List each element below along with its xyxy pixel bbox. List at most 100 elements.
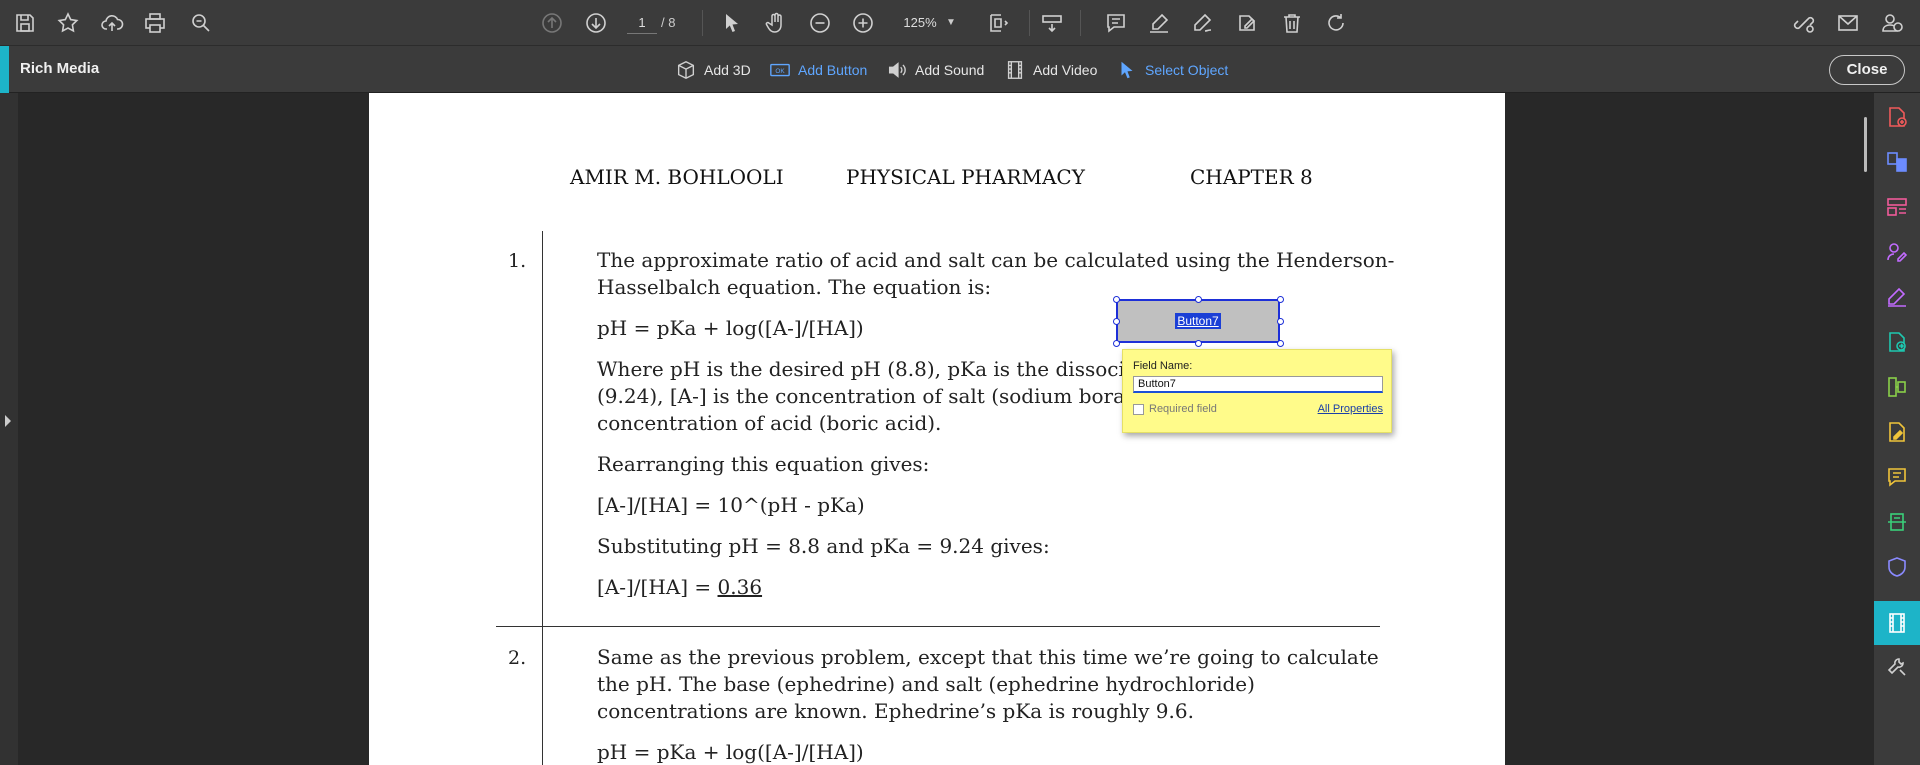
cloud-upload-icon[interactable] [98, 9, 126, 37]
resize-handle[interactable] [1277, 340, 1284, 347]
organize-pages-icon[interactable] [1883, 193, 1911, 221]
paragraph-line: the pH. The base (ephedrine) and salt (e… [597, 672, 1255, 696]
page-total: / 8 [661, 15, 676, 30]
rich-media-icon[interactable] [1883, 609, 1911, 637]
right-tools-pane [1874, 93, 1920, 765]
page-display-icon[interactable] [985, 9, 1013, 37]
svg-text:OK: OK [775, 68, 785, 75]
zoom-level[interactable]: 125% [900, 12, 940, 34]
paragraph-line: Where pH is the desired pH (8.8), pKa is… [597, 357, 1152, 381]
bookmark-star-icon[interactable] [54, 9, 82, 37]
column-divider [542, 231, 543, 765]
rotate-icon[interactable] [1322, 9, 1350, 37]
add-3d-button[interactable]: Add 3D [675, 58, 751, 82]
account-icon[interactable] [1878, 9, 1906, 37]
select-object-button[interactable]: Select Object [1116, 58, 1228, 82]
resize-handle[interactable] [1113, 296, 1120, 303]
page-number-input[interactable]: 1 [627, 12, 657, 34]
field-name-input[interactable]: Button7 [1133, 376, 1383, 393]
resize-handle[interactable] [1113, 340, 1120, 347]
paragraph-line: Substituting pH = 8.8 and pKa = 9.24 giv… [597, 534, 1050, 558]
more-tools-icon[interactable] [1883, 653, 1911, 681]
equation: pH = pKa + log([A-]/[HA]) [597, 316, 864, 340]
add-3d-label: Add 3D [704, 62, 751, 78]
save-icon[interactable] [11, 9, 39, 37]
paragraph-line: concentrations are known. Ephedrine’s pK… [597, 699, 1194, 723]
print-icon[interactable] [141, 9, 169, 37]
toolbar-divider [702, 10, 703, 36]
add-video-button[interactable]: Add Video [1004, 58, 1097, 82]
close-button[interactable]: Close [1829, 55, 1905, 85]
film-icon [1007, 61, 1023, 79]
paragraph-line: concentration of acid (boric acid). [597, 411, 942, 435]
tool-accent-bar [0, 46, 9, 93]
zoom-dropdown-icon[interactable]: ▼ [946, 14, 956, 32]
ok-button-icon: OK [770, 63, 790, 77]
required-field-checkbox[interactable] [1133, 404, 1144, 415]
paragraph-line: The approximate ratio of acid and salt c… [597, 248, 1395, 272]
resize-handle[interactable] [1277, 318, 1284, 325]
all-properties-link[interactable]: All Properties [1318, 403, 1383, 415]
draw-icon[interactable] [1189, 9, 1217, 37]
scroll-mode-icon[interactable] [1038, 9, 1066, 37]
paragraph-line: Hasselbalch equation. The equation is: [597, 275, 992, 299]
top-toolbar: 1 / 8 125% ▼ [0, 0, 1920, 46]
paragraph-line: Same as the previous problem, except tha… [597, 645, 1379, 669]
result-prefix: [A-]/[HA] = [597, 575, 718, 599]
request-signature-icon[interactable] [1883, 238, 1911, 266]
fill-sign-icon[interactable] [1883, 283, 1911, 311]
rich-media-toolbar: Rich Media Add 3D OK Add Button Add Soun… [0, 46, 1920, 93]
add-sound-label: Add Sound [915, 62, 985, 78]
highlight-icon[interactable] [1145, 9, 1173, 37]
paragraph-line: Rearranging this equation gives: [597, 452, 930, 476]
result-equation: [A-]/[HA] = 0.36 [597, 574, 762, 601]
zoom-in-icon[interactable] [849, 9, 877, 37]
header-subject: PHYSICAL PHARMACY [846, 165, 1085, 189]
resize-handle[interactable] [1195, 296, 1202, 303]
row-divider [496, 626, 1380, 627]
equation: [A-]/[HA] = 10^(pH - pKa) [597, 493, 865, 517]
next-page-icon[interactable] [582, 9, 610, 37]
export-pdf-icon[interactable] [1883, 328, 1911, 356]
speaker-icon [888, 62, 906, 78]
scan-ocr-icon[interactable] [1883, 508, 1911, 536]
field-name-popup: Field Name: Button7 Required field All P… [1122, 349, 1392, 433]
add-button-label: Add Button [798, 62, 868, 78]
select-object-label: Select Object [1145, 62, 1229, 78]
document-view[interactable]: AMIR M. BOHLOOLI PHYSICAL PHARMACY CHAPT… [18, 93, 1862, 765]
button-form-field[interactable]: Button7 [1116, 299, 1280, 343]
edit-text-icon[interactable] [1233, 9, 1261, 37]
scrollbar-thumb[interactable] [1864, 117, 1867, 172]
previous-page-icon[interactable] [538, 9, 566, 37]
find-zoom-icon[interactable] [187, 9, 215, 37]
problem-number: 2. [508, 647, 527, 669]
resize-handle[interactable] [1277, 296, 1284, 303]
zoom-out-icon[interactable] [806, 9, 834, 37]
add-sound-button[interactable]: Add Sound [886, 58, 984, 82]
resize-handle[interactable] [1113, 318, 1120, 325]
compress-pdf-icon[interactable] [1883, 373, 1911, 401]
result-value: 0.36 [717, 575, 763, 599]
email-icon[interactable] [1834, 9, 1862, 37]
add-comment-icon[interactable] [1102, 9, 1130, 37]
select-cursor-icon[interactable] [718, 9, 746, 37]
vertical-scrollbar[interactable] [1862, 93, 1874, 765]
tool-title: Rich Media [20, 60, 100, 77]
expand-panel-icon[interactable] [5, 415, 11, 427]
combine-files-icon[interactable] [1883, 148, 1911, 176]
paragraph-line: (9.24), [A-] is the concentration of sal… [597, 384, 1145, 408]
header-chapter: CHAPTER 8 [1190, 165, 1313, 189]
edit-pdf-icon[interactable] [1883, 418, 1911, 446]
left-panel-collapsed [0, 93, 18, 765]
create-pdf-icon[interactable] [1883, 103, 1911, 131]
button-field-label: Button7 [1175, 313, 1221, 329]
add-video-label: Add Video [1033, 62, 1098, 78]
resize-handle[interactable] [1195, 340, 1202, 347]
share-link-icon[interactable] [1790, 9, 1818, 37]
comment-icon[interactable] [1883, 463, 1911, 491]
required-field-label: Required field [1149, 403, 1217, 415]
add-button-button[interactable]: OK Add Button [769, 58, 867, 82]
delete-icon[interactable] [1278, 9, 1306, 37]
hand-tool-icon[interactable] [762, 9, 790, 37]
protect-icon[interactable] [1883, 553, 1911, 581]
